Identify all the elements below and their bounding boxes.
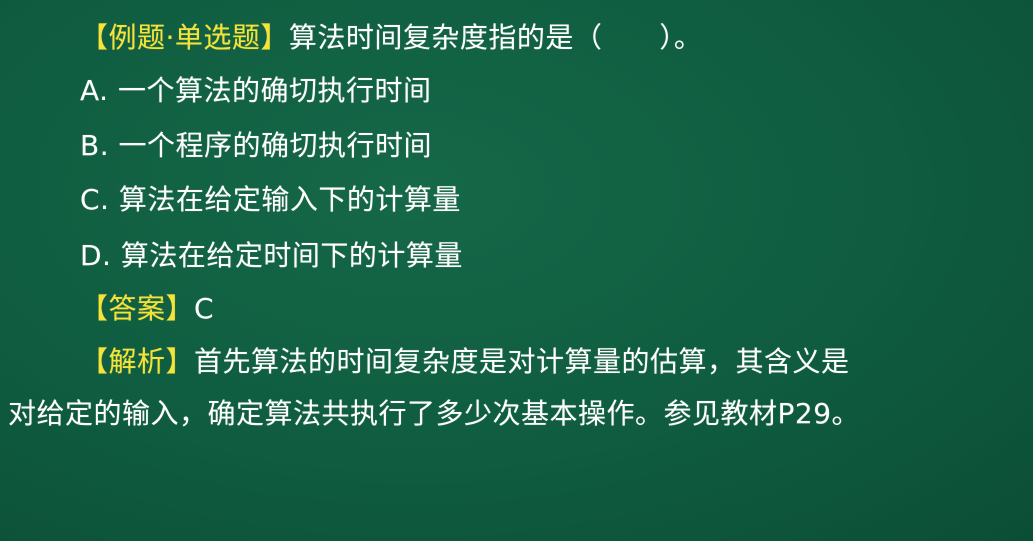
- question-tag: 【例题·单选题】: [80, 21, 289, 54]
- explanation-tag: 【解析】: [80, 345, 195, 378]
- question-line: 【例题·单选题】算法时间复杂度指的是（ ）。: [80, 18, 702, 58]
- answer-line: 【答案】C: [80, 289, 214, 329]
- option-d: D. 算法在给定时间下的计算量: [80, 239, 463, 272]
- option-b: B. 一个程序的确切执行时间: [80, 129, 433, 162]
- option-a: A. 一个算法的确切执行时间: [80, 74, 432, 107]
- answer-tag: 【答案】: [80, 292, 195, 325]
- explanation-line-1: 【解析】首先算法的时间复杂度是对计算量的估算，其含义是: [80, 342, 850, 382]
- option-c: C. 算法在给定输入下的计算量: [80, 183, 461, 216]
- question-text: 算法时间复杂度指的是（ ）。: [288, 21, 703, 54]
- explanation-line-2: 对给定的输入，确定算法共执行了多少次基本操作。参见教材P29。: [8, 397, 861, 430]
- explanation-text-1: 首先算法的时间复杂度是对计算量的估算，其含义是: [194, 345, 850, 378]
- slide: 【例题·单选题】算法时间复杂度指的是（ ）。 A. 一个算法的确切执行时间 B.…: [0, 0, 1033, 541]
- answer-value: C: [194, 292, 215, 325]
